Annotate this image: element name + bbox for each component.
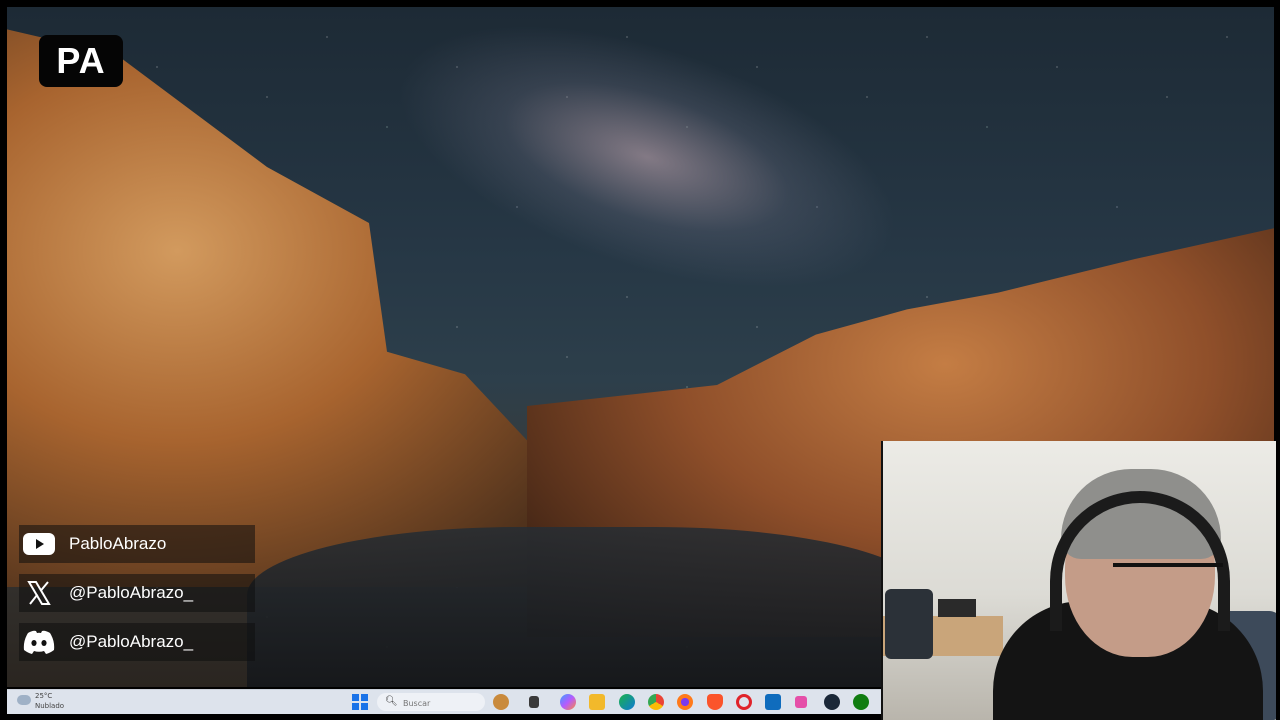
x-handle: @PabloAbrazo_ [69,583,194,602]
brave-icon[interactable] [707,694,723,710]
edge-icon[interactable] [619,694,635,710]
xbox-icon[interactable] [853,694,869,710]
search-input[interactable] [401,694,485,712]
webcam-chair [885,589,933,659]
search-icon: 🔍︎ [385,696,398,707]
task-view-icon[interactable] [529,696,539,708]
webcam-printer [938,599,976,617]
youtube-card: PabloAbrazo [19,525,255,563]
firefox-icon[interactable] [677,694,693,710]
x-card: @PabloAbrazo_ [19,574,255,612]
weather-condition: Nublado [35,702,65,710]
discord-icon [19,623,59,661]
weather-widget[interactable]: 25°C Nublado [17,692,77,712]
snipping-tool-icon[interactable] [795,696,807,708]
outlook-icon[interactable] [765,694,781,710]
widgets-icon[interactable] [493,694,509,710]
start-icon[interactable] [352,694,368,710]
taskbar-search[interactable]: 🔍︎ [377,693,485,712]
youtube-icon [19,525,59,563]
file-explorer-icon[interactable] [589,694,605,710]
stream-frame: PA PabloAbrazo @PabloAbrazo_ @PabloAbraz… [0,0,1280,720]
canyon-water [247,527,927,687]
glasses-icon [1113,563,1223,597]
chrome-icon[interactable] [648,694,664,710]
copilot-icon[interactable] [560,694,576,710]
youtube-handle: PabloAbrazo [69,534,167,553]
steam-icon[interactable] [824,694,840,710]
discord-card: @PabloAbrazo_ [19,623,255,661]
webcam-overlay [881,441,1276,720]
taskbar: 25°C Nublado 🔍︎ [7,689,881,714]
discord-handle: @PabloAbrazo_ [69,632,194,651]
channel-logo: PA [39,35,123,87]
opera-icon[interactable] [736,694,752,710]
cloud-icon [17,695,31,705]
weather-temperature: 25°C [35,692,53,700]
x-icon [19,574,59,612]
